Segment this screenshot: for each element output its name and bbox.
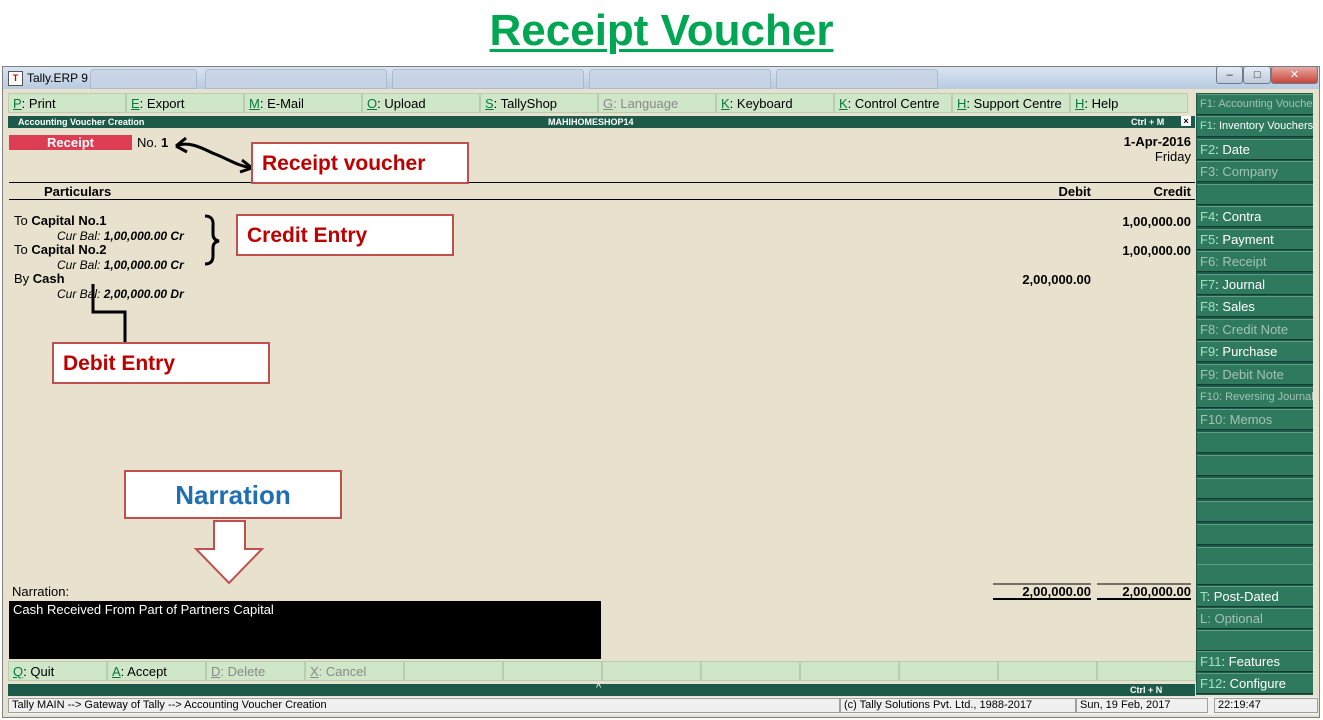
- side-btn-sales[interactable]: F8: Sales: [1197, 296, 1313, 317]
- delete-button[interactable]: D: Delete: [206, 661, 305, 681]
- narration-label: Narration:: [12, 584, 70, 599]
- side-btn-debit-note[interactable]: F9: Debit Note: [1197, 364, 1313, 385]
- bottom-empty-slot: [998, 661, 1097, 681]
- side-btn-empty: [1197, 630, 1313, 651]
- side-btn-payment[interactable]: F5: Payment: [1197, 229, 1313, 250]
- side-btn-inventory-vouchers[interactable]: F1: Inventory Vouchers: [1197, 116, 1313, 137]
- bottom-empty-slot: [800, 661, 899, 681]
- bottom-shortcut: Ctrl + N: [1130, 685, 1163, 695]
- side-btn-company[interactable]: F3: Company: [1197, 161, 1313, 182]
- receipt-arrow-line: [175, 142, 253, 170]
- side-btn-empty: [1197, 564, 1313, 585]
- status-time: 22:19:47: [1214, 698, 1318, 713]
- quit-button[interactable]: Q: Quit: [8, 661, 107, 681]
- side-btn-empty: [1197, 478, 1313, 499]
- accept-button[interactable]: A: Accept: [107, 661, 206, 681]
- side-btn-optional[interactable]: L: Optional: [1197, 608, 1313, 629]
- credit-brace: [204, 214, 220, 266]
- total-credit: 2,00,000.00: [1122, 584, 1191, 599]
- status-copyright: (c) Tally Solutions Pvt. Ltd., 1988-2017: [840, 698, 1076, 713]
- status-date: Sun, 19 Feb, 2017: [1076, 698, 1208, 713]
- side-btn-empty: [1197, 184, 1313, 205]
- scroll-strip[interactable]: ^ Ctrl + N: [8, 682, 1195, 696]
- side-btn-post-dated[interactable]: T: Post-Dated: [1197, 586, 1313, 607]
- bottom-button-bar: Q: Quit A: Accept D: Delete X: Cancel: [8, 661, 1196, 683]
- cancel-button[interactable]: X: Cancel: [305, 661, 404, 681]
- status-bar: Tally MAIN --> Gateway of Tally --> Acco…: [8, 697, 1318, 715]
- callout-credit-entry: Credit Entry: [236, 214, 454, 256]
- side-btn-date[interactable]: F2: Date: [1197, 139, 1313, 160]
- side-btn-accounting-vouchers[interactable]: F1: Accounting Vouchers: [1197, 94, 1313, 115]
- side-btn-empty: [1197, 524, 1313, 545]
- side-btn-receipt[interactable]: F6: Receipt: [1197, 251, 1313, 272]
- narration-input[interactable]: Cash Received From Part of Partners Capi…: [9, 601, 601, 659]
- side-btn-features[interactable]: F11: Features: [1197, 651, 1313, 672]
- status-path: Tally MAIN --> Gateway of Tally --> Acco…: [8, 698, 840, 713]
- side-btn-memos[interactable]: F10: Memos: [1197, 409, 1313, 430]
- side-btn-empty: [1197, 501, 1313, 522]
- bottom-empty-slot: [404, 661, 503, 681]
- side-btn-empty: [1197, 455, 1313, 476]
- total-debit: 2,00,000.00: [1022, 584, 1091, 599]
- bottom-empty-slot: [1097, 661, 1196, 681]
- side-btn-purchase[interactable]: F9: Purchase: [1197, 341, 1313, 362]
- bottom-empty-slot: [503, 661, 602, 681]
- callout-receipt-voucher: Receipt voucher: [251, 142, 469, 184]
- side-btn-empty: [1197, 432, 1313, 453]
- narration-down-arrow: [193, 520, 265, 585]
- side-btn-contra[interactable]: F4: Contra: [1197, 206, 1313, 227]
- bottom-empty-slot: [701, 661, 800, 681]
- side-btn-reversing-journal[interactable]: F10: Reversing Journal: [1197, 387, 1313, 408]
- caret-up-icon[interactable]: ^: [596, 682, 601, 694]
- debit-connector: [91, 284, 127, 344]
- side-btn-configure[interactable]: F12: Configure: [1197, 673, 1313, 694]
- bottom-empty-slot: [899, 661, 998, 681]
- side-btn-credit-note[interactable]: F8: Credit Note: [1197, 319, 1313, 340]
- bottom-empty-slot: [602, 661, 701, 681]
- callout-debit-entry: Debit Entry: [52, 342, 270, 384]
- callout-narration: Narration: [124, 470, 342, 519]
- side-btn-journal[interactable]: F7: Journal: [1197, 274, 1313, 295]
